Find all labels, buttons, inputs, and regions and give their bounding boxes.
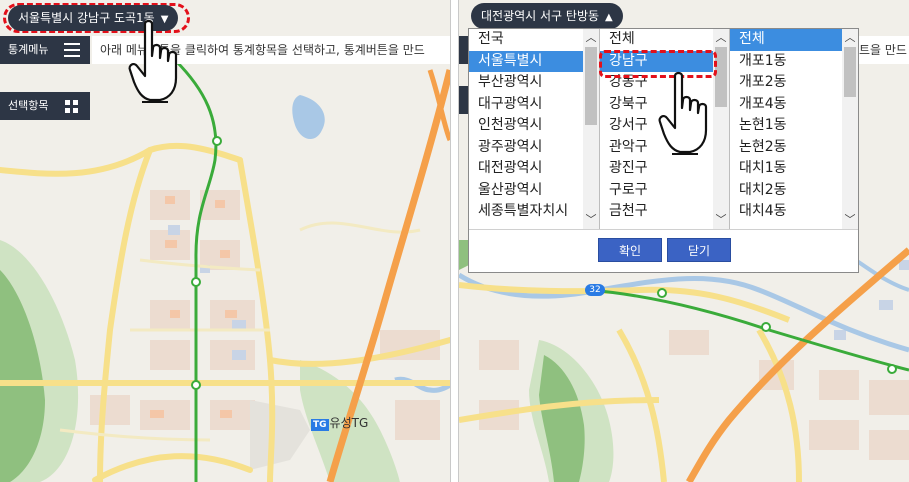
province-item[interactable]: 세종특별자치시 [469, 201, 599, 223]
province-item[interactable]: 광주광역시 [469, 137, 599, 159]
dong-item[interactable]: 개포4동 [730, 94, 858, 116]
district-item[interactable]: 광진구 [600, 158, 729, 180]
tollgate-name: 유성TG [329, 416, 369, 430]
province-item[interactable]: 서울특별시 [469, 50, 599, 72]
scroll-down-icon[interactable]: ﹀ [713, 213, 729, 227]
route-number-badge: 32 [585, 284, 605, 296]
panel-divider [450, 0, 459, 482]
dong-list[interactable]: 전체 개포1동 개포2동 개포4동 논현1동 논현2동 대치1동 대치2동 대치4동 ︿ ﹀ [730, 29, 858, 229]
select-item-button[interactable]: 선택항목 [0, 92, 90, 120]
scroll-up-icon[interactable]: ︿ [713, 31, 729, 45]
scroll-up-icon[interactable]: ︿ [583, 31, 599, 45]
grid-icon [65, 100, 78, 113]
dong-item[interactable]: 개포2동 [730, 72, 858, 94]
dong-item[interactable]: 대치2동 [730, 180, 858, 202]
select-item-label: 선택항목 [8, 99, 49, 112]
left-map-panel[interactable]: 서울특별시 강남구 도곡1동 ▼ 통계메뉴 아래 메뉴버튼을 클릭하여 통계항목을… [0, 0, 450, 482]
province-item[interactable]: 부산광역시 [469, 72, 599, 94]
tollgate-badge: TG [311, 419, 329, 431]
dong-item[interactable]: 전체 [730, 29, 858, 51]
pointer-hand-icon [658, 71, 708, 155]
scroll-thumb[interactable] [585, 47, 597, 125]
scroll-up-icon[interactable]: ︿ [842, 31, 858, 45]
region-label-right: 대전광역시 서구 탄방동 [481, 9, 600, 23]
district-item[interactable]: 전체 [600, 29, 729, 51]
scroll-down-icon[interactable]: ﹀ [583, 213, 599, 227]
district-item[interactable]: 구로구 [600, 180, 729, 202]
close-button[interactable]: 닫기 [667, 238, 731, 262]
left-map-canvas[interactable] [0, 0, 450, 482]
pointer-hand-icon [128, 19, 178, 103]
water-body [292, 95, 325, 140]
stats-menu-label: 통계메뉴 [8, 43, 49, 56]
dong-item[interactable]: 논현2동 [730, 137, 858, 159]
province-item[interactable]: 울산광역시 [469, 180, 599, 202]
confirm-button[interactable]: 확인 [598, 238, 662, 262]
province-item[interactable]: 대전광역시 [469, 158, 599, 180]
dong-item[interactable]: 대치1동 [730, 158, 858, 180]
map-place-label: TG 유성TG [311, 414, 368, 431]
instruction-text-partial: 트을 만드 [859, 36, 909, 64]
dong-item[interactable]: 논현1동 [730, 115, 858, 137]
dropdown-arrow-up-icon: ▲ [605, 12, 613, 23]
province-item[interactable]: 전국 [469, 29, 599, 51]
dong-item[interactable]: 개포1동 [730, 51, 858, 73]
province-item[interactable]: 대구광역시 [469, 94, 599, 116]
dong-scrollbar[interactable]: ︿ ﹀ [842, 29, 858, 229]
scroll-thumb[interactable] [844, 47, 856, 97]
region-selector-pill-right[interactable]: 대전광역시 서구 탄방동 ▲ [471, 3, 623, 29]
stats-menu-button[interactable]: 통계메뉴 [0, 36, 90, 64]
scroll-down-icon[interactable]: ﹀ [842, 213, 858, 227]
province-item[interactable]: 인천광역시 [469, 115, 599, 137]
hamburger-icon [64, 43, 80, 57]
province-scrollbar[interactable]: ︿ ﹀ [583, 29, 599, 229]
district-item[interactable]: 금천구 [600, 201, 729, 223]
province-list[interactable]: 전국 서울특별시 부산광역시 대구광역시 인천광역시 광주광역시 대전광역시 울산광역시 세종특… [469, 29, 600, 229]
dong-item[interactable]: 대치4동 [730, 201, 858, 223]
